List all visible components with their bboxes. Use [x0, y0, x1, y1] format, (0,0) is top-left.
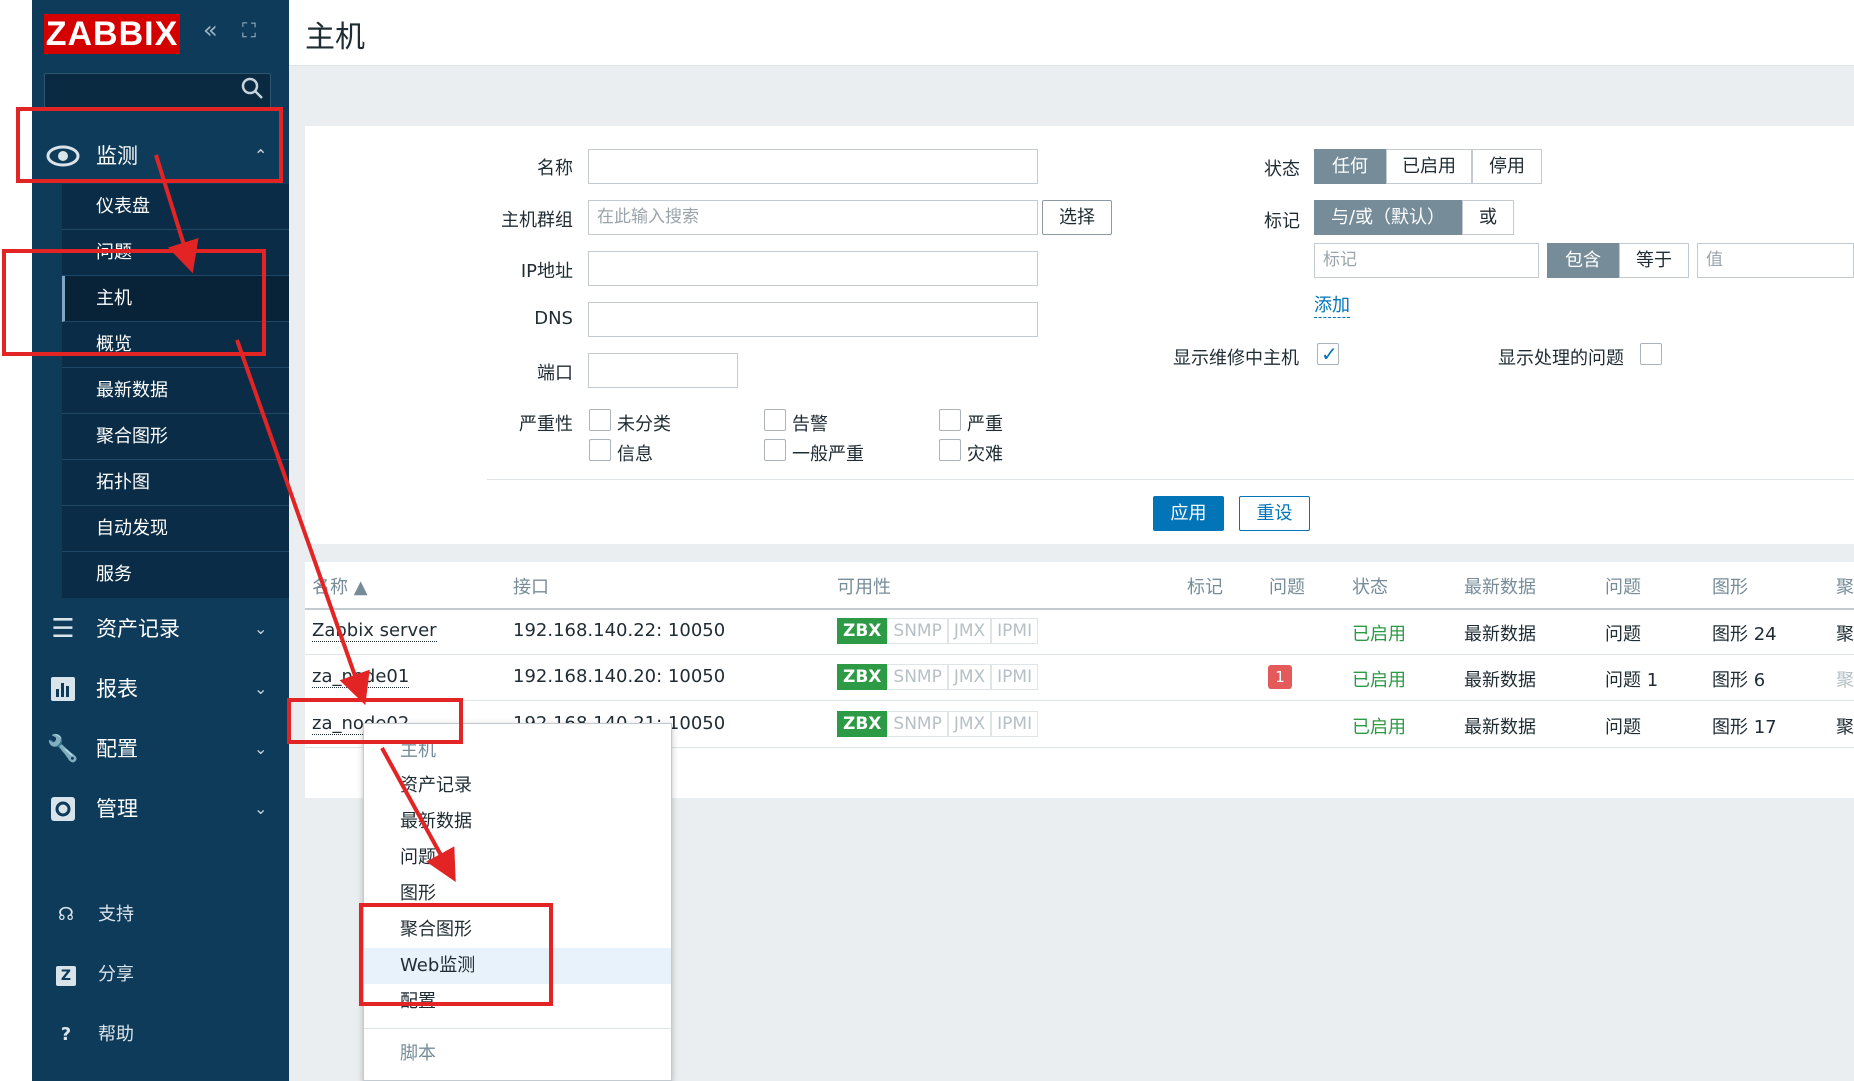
annotation-arrows	[154, 154, 456, 883]
